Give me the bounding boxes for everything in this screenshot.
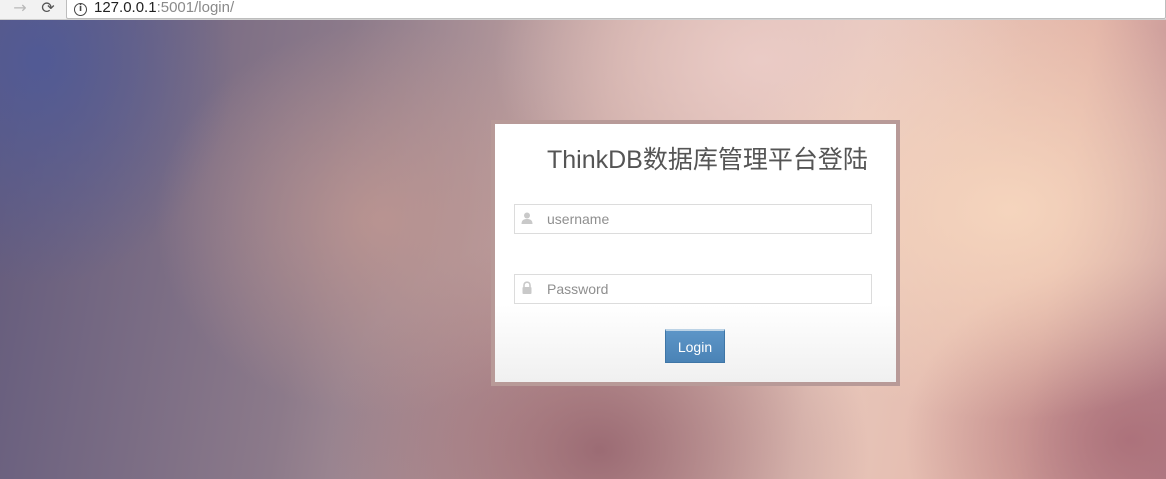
login-title: ThinkDB数据库管理平台登陆 <box>547 146 868 174</box>
address-bar[interactable]: i 127.0.0.1:5001/login/ <box>66 0 1166 19</box>
url-host: 127.0.0.1 <box>94 0 157 16</box>
browser-toolbar: → ⟳ i 127.0.0.1:5001/login/ <box>0 0 1166 20</box>
username-field[interactable] <box>514 204 872 234</box>
login-panel: ThinkDB数据库管理平台登陆 Login <box>491 120 900 386</box>
login-button[interactable]: Login <box>665 329 725 363</box>
reload-icon[interactable]: ⟳ <box>38 0 58 18</box>
url-text: 127.0.0.1:5001/login/ <box>94 0 234 16</box>
url-path: :5001/login/ <box>156 0 235 16</box>
lock-icon <box>522 281 532 294</box>
info-icon[interactable]: i <box>74 3 87 16</box>
forward-icon[interactable]: → <box>10 0 30 18</box>
password-field[interactable] <box>514 274 872 304</box>
password-input[interactable] <box>543 275 863 303</box>
username-input[interactable] <box>543 205 863 233</box>
login-page-background: ThinkDB数据库管理平台登陆 Login <box>0 20 1166 479</box>
user-icon <box>521 212 533 224</box>
